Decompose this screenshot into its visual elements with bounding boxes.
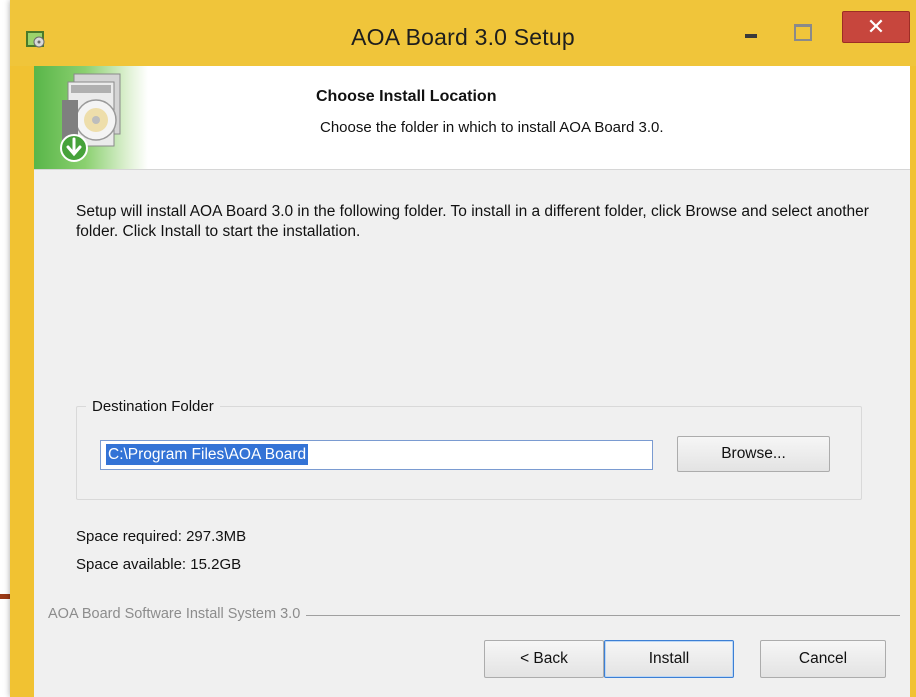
destination-path-value: C:\Program Files\AOA Board [106,444,309,465]
branding-text: AOA Board Software Install System 3.0 [48,606,307,622]
space-required-text: Space required: 297.3MB [76,528,247,545]
close-icon: ✕ [866,14,886,39]
destination-folder-label: Destination Folder [86,398,220,415]
browse-button[interactable]: Browse... [677,436,830,472]
header-graphic [34,66,148,169]
maximize-button[interactable] [784,12,822,52]
page-title: Choose Install Location [316,88,497,105]
maximize-icon [794,23,812,41]
cancel-button[interactable]: Cancel [760,640,886,678]
minimize-icon [745,34,757,38]
destination-path-input[interactable]: C:\Program Files\AOA Board [100,440,653,470]
install-instructions: Setup will install AOA Board 3.0 in the … [76,203,869,240]
install-disc-icon [60,73,121,162]
close-button[interactable]: ✕ [842,11,910,43]
title-bar[interactable]: AOA Board 3.0 Setup ✕ [10,0,916,66]
setup-window: AOA Board 3.0 Setup ✕ Choose Install Loc… [10,0,916,697]
install-button[interactable]: Install [604,640,734,678]
header-band: Choose Install Location Choose the folde… [34,66,910,170]
window-title: AOA Board 3.0 Setup [351,24,575,50]
page-subtitle: Choose the folder in which to install AO… [320,119,664,136]
space-available-text: Space available: 15.2GB [76,556,242,573]
back-button[interactable]: < Back [484,640,604,678]
dialog-client-area: Choose Install Location Choose the folde… [34,66,910,697]
minimize-button[interactable] [732,12,770,52]
